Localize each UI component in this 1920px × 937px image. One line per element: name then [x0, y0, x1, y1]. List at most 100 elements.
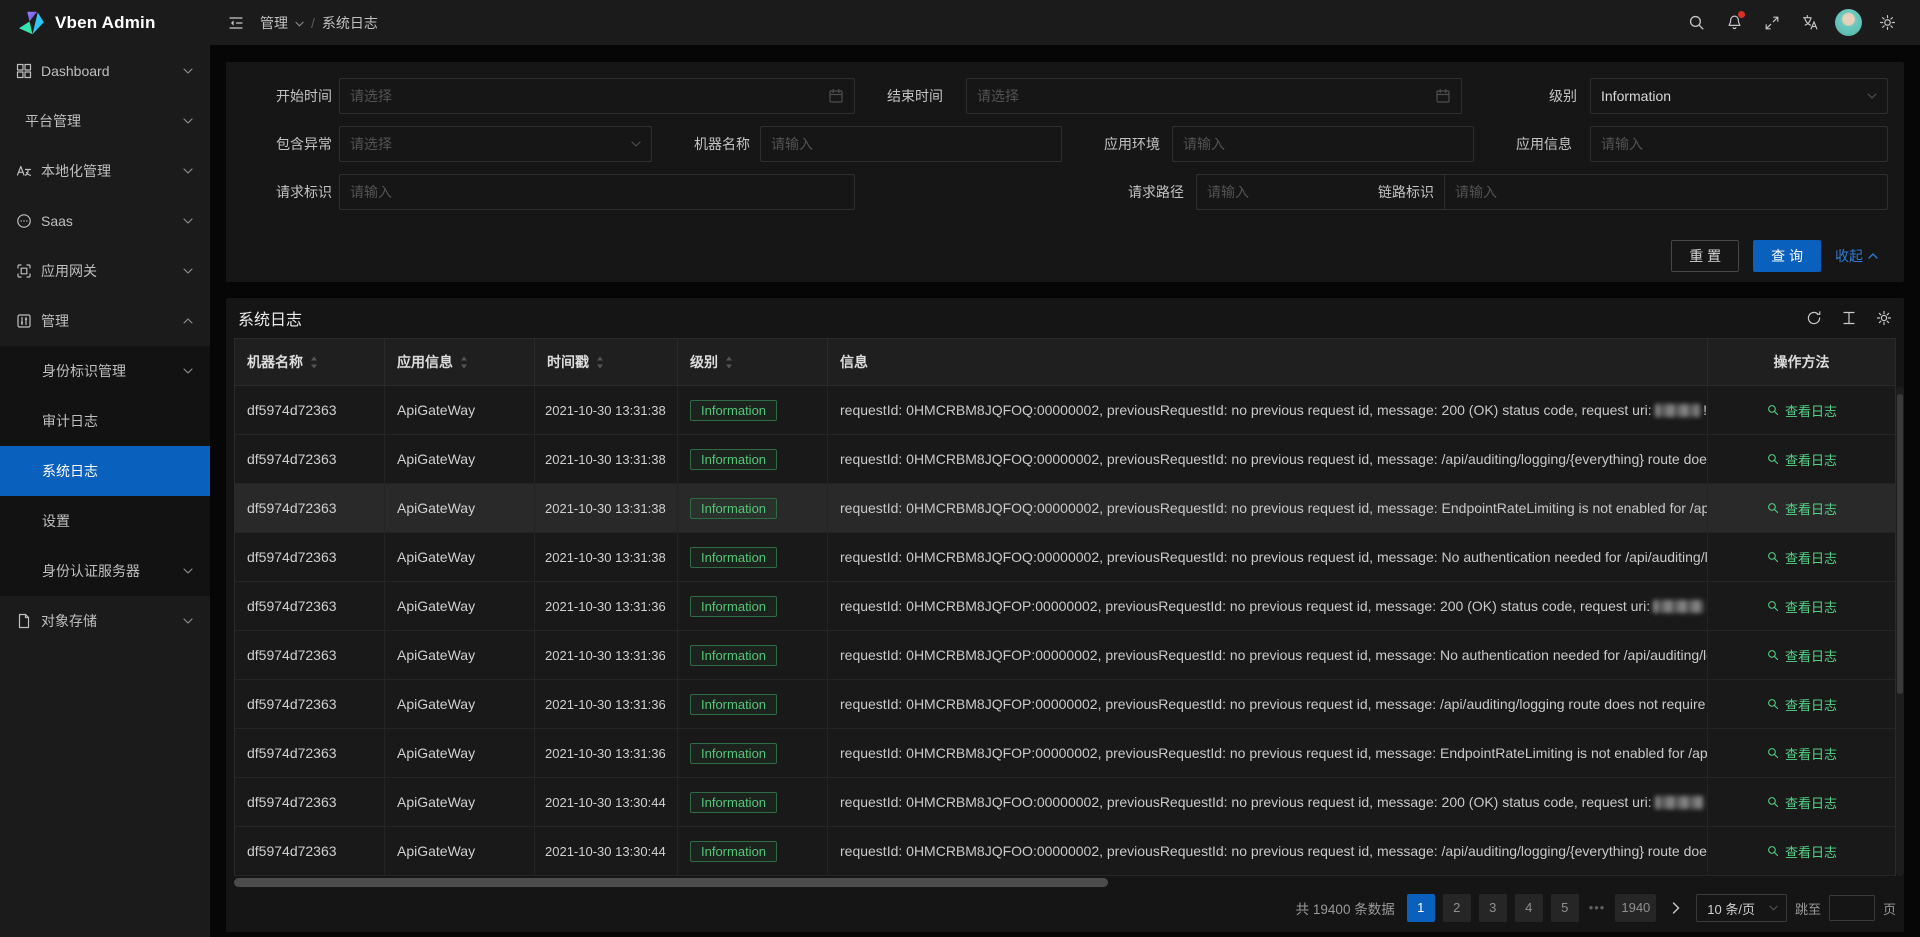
sort-icon[interactable] [596, 356, 604, 369]
view-log-link[interactable]: 查看日志 [1766, 842, 1837, 861]
page-button-5[interactable]: 5 [1551, 894, 1579, 922]
sidebar-item-localization[interactable]: 本地化管理 [0, 146, 210, 196]
request-id-field[interactable]: 请输入 [339, 174, 855, 210]
message-cell: requestId: 0HMCRBM8JQFOO:00000002, previ… [828, 778, 1708, 826]
sidebar-item-management[interactable]: 管理 [0, 296, 210, 346]
refresh-icon[interactable] [1806, 310, 1822, 326]
breadcrumb-section[interactable]: 管理 [260, 13, 288, 33]
sidebar-item-platform[interactable]: 平台管理 [0, 96, 210, 146]
sidebar-item-audit-log[interactable]: 审计日志 [0, 396, 210, 446]
view-log-link[interactable]: 查看日志 [1766, 793, 1837, 812]
view-log-link[interactable]: 查看日志 [1766, 499, 1837, 518]
sidebar-item-app-gateway[interactable]: 应用网关 [0, 246, 210, 296]
view-log-link[interactable]: 查看日志 [1766, 450, 1837, 469]
sidebar-item-auth-server[interactable]: 身份认证服务器 [0, 546, 210, 596]
trace-id-label: 链路标识 [1354, 174, 1434, 210]
sidebar-item-label: 平台管理 [25, 111, 81, 131]
machine-name-field[interactable]: 请输入 [760, 126, 1062, 162]
level-cell: Information [678, 778, 828, 826]
jump-prefix-label: 跳至 [1795, 899, 1821, 918]
sort-icon[interactable] [460, 356, 468, 369]
sidebar-item-system-log[interactable]: 系统日志 [0, 446, 210, 496]
table-row: df5974d72363ApiGateWay2021-10-30 13:31:3… [235, 435, 1895, 484]
pagination-ellipsis: ••• [1587, 894, 1608, 922]
start-time-label: 开始时间 [252, 78, 332, 114]
breadcrumb-separator: / [311, 15, 315, 31]
level-value: Information [1601, 88, 1671, 104]
view-log-link[interactable]: 查看日志 [1766, 646, 1837, 665]
view-log-link[interactable]: 查看日志 [1766, 548, 1837, 567]
logo[interactable]: Vben Admin [0, 0, 210, 46]
chevron-down-icon [295, 21, 304, 27]
horizontal-scrollbar-thumb[interactable] [234, 878, 1108, 887]
page-button-1940[interactable]: 1940 [1615, 894, 1656, 922]
notification-bell-icon[interactable] [1715, 0, 1753, 45]
horizontal-scrollbar[interactable] [234, 878, 1896, 888]
sidebar-item-object-storage[interactable]: 对象存储 [0, 596, 210, 646]
pagination-total: 共 19400 条数据 [1296, 898, 1395, 918]
gear-icon[interactable] [1868, 0, 1906, 45]
sort-icon[interactable] [725, 356, 733, 369]
sidebar-item-identity-management[interactable]: 身份标识管理 [0, 346, 210, 396]
page-size-select[interactable]: 10 条/页 [1696, 894, 1787, 922]
machine-name-placeholder: 请输入 [771, 134, 813, 154]
sidebar-item-label: 身份认证服务器 [42, 561, 140, 581]
level-field[interactable]: Information [1590, 78, 1888, 114]
chevron-down-icon [183, 68, 193, 74]
vertical-scrollbar-thumb[interactable] [1897, 394, 1903, 694]
has-exception-field[interactable]: 请选择 [339, 126, 652, 162]
view-log-link[interactable]: 查看日志 [1766, 401, 1837, 420]
level-cell: Information [678, 729, 828, 777]
level-badge: Information [690, 645, 777, 666]
gateway-icon [16, 263, 32, 279]
page-button-2[interactable]: 2 [1443, 894, 1471, 922]
jump-page-input[interactable] [1829, 895, 1875, 921]
avatar[interactable] [1835, 9, 1862, 36]
fullscreen-icon[interactable] [1753, 0, 1791, 45]
trace-id-field[interactable]: 请输入 [1444, 174, 1888, 210]
action-cell: 查看日志 [1708, 778, 1895, 826]
next-page-icon[interactable] [1664, 902, 1688, 914]
view-log-link[interactable]: 查看日志 [1766, 695, 1837, 714]
column-header-2[interactable]: 时间戳 [535, 339, 678, 385]
timestamp-cell: 2021-10-30 13:31:36 [535, 729, 678, 777]
page-button-4[interactable]: 4 [1515, 894, 1543, 922]
row-height-icon[interactable] [1841, 310, 1857, 326]
translate-icon[interactable] [1791, 0, 1829, 45]
column-settings-icon[interactable] [1876, 310, 1892, 326]
message-cell: requestId: 0HMCRBM8JQFOQ:00000002, previ… [828, 386, 1708, 434]
machine-name-cell: df5974d72363 [235, 533, 385, 581]
sidebar-item-dashboard[interactable]: Dashboard [0, 46, 210, 96]
view-log-link[interactable]: 查看日志 [1766, 597, 1837, 616]
view-log-link[interactable]: 查看日志 [1766, 744, 1837, 763]
column-header-1[interactable]: 应用信息 [385, 339, 535, 385]
page-content: 开始时间请选择结束时间请选择级别Information包含异常请选择机器名称请输… [210, 45, 1920, 937]
action-cell: 查看日志 [1708, 435, 1895, 483]
app-environment-label: 应用环境 [1080, 126, 1160, 162]
search-button[interactable]: 查 询 [1753, 240, 1821, 272]
reset-button[interactable]: 重 置 [1671, 240, 1739, 272]
page-button-1[interactable]: 1 [1407, 894, 1435, 922]
collapse-link[interactable]: 收起 [1835, 246, 1878, 266]
app-environment-field[interactable]: 请输入 [1172, 126, 1474, 162]
message-cell: requestId: 0HMCRBM8JQFOP:00000002, previ… [828, 680, 1708, 728]
column-header-0[interactable]: 机器名称 [235, 339, 385, 385]
start-time-field[interactable]: 请选择 [339, 78, 855, 114]
vertical-scrollbar[interactable] [1896, 386, 1904, 876]
redacted-text [1653, 600, 1704, 613]
column-header-3[interactable]: 级别 [678, 339, 828, 385]
search-icon[interactable] [1677, 0, 1715, 45]
sidebar-item-settings[interactable]: 设置 [0, 496, 210, 546]
menu-fold-icon[interactable] [228, 15, 244, 31]
page-button-3[interactable]: 3 [1479, 894, 1507, 922]
sidebar-item-saas[interactable]: Saas [0, 196, 210, 246]
app-info-field[interactable]: 请输入 [1590, 126, 1888, 162]
message-text: requestId: 0HMCRBM8JQFOQ:00000002, previ… [840, 451, 1708, 467]
calendar-icon [828, 88, 844, 104]
end-time-field[interactable]: 请选择 [966, 78, 1462, 114]
localization-icon [16, 163, 32, 179]
level-label: 级别 [1497, 78, 1577, 114]
level-badge: Information [690, 694, 777, 715]
redacted-text [1655, 796, 1704, 809]
sort-icon[interactable] [310, 356, 318, 369]
